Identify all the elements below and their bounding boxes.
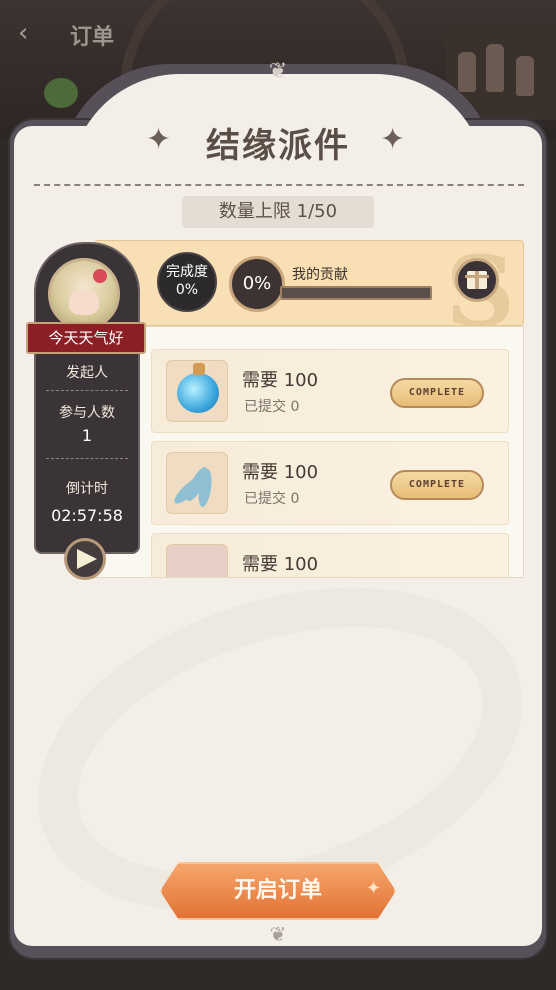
feather-icon bbox=[166, 452, 228, 514]
bottle-icon bbox=[486, 44, 504, 92]
avatar[interactable] bbox=[48, 258, 120, 330]
completion-value: 0% bbox=[175, 282, 199, 298]
player-name: 今天天气好 bbox=[26, 322, 146, 354]
item-need: 需要 100 bbox=[242, 554, 319, 575]
background-plant bbox=[44, 78, 78, 108]
divider bbox=[46, 390, 128, 391]
completion-badge: 完成度 0% bbox=[157, 252, 217, 312]
bottom-ornament: ❦ bbox=[269, 922, 287, 946]
panel-title: 结缘派件 bbox=[206, 126, 350, 166]
potion-bottle bbox=[177, 373, 219, 413]
gift-button[interactable] bbox=[455, 258, 499, 302]
item-list[interactable]: 需要 100 已提交 0 COMPLETE 需要 100 已提交 0 COMPL… bbox=[94, 326, 524, 578]
item-submitted: 已提交 0 bbox=[244, 399, 300, 415]
gift-icon bbox=[465, 271, 489, 289]
avatar-face bbox=[69, 291, 99, 315]
avatar-flower bbox=[93, 269, 107, 283]
participants-label: 参与人数 bbox=[59, 405, 115, 421]
list-item: 需要 100 已提交 0 COMPLETE bbox=[151, 349, 509, 433]
complete-button[interactable]: COMPLETE bbox=[390, 470, 484, 500]
item-need: 需要 100 bbox=[242, 370, 319, 391]
bottle-icon bbox=[516, 56, 534, 96]
send-icon bbox=[77, 549, 97, 569]
participants-value: 1 bbox=[81, 426, 93, 445]
arch-ornament: ❦ bbox=[268, 59, 288, 84]
quantity-limit: 数量上限 1/50 bbox=[182, 196, 374, 228]
bottle-icon bbox=[458, 52, 476, 92]
open-order-button[interactable]: 开启订单 bbox=[160, 862, 396, 920]
countdown-label: 倒计时 bbox=[66, 481, 108, 497]
potion-icon bbox=[166, 360, 228, 422]
back-button[interactable]: ‹ bbox=[18, 20, 48, 46]
potion-cork bbox=[193, 363, 205, 375]
contribution-label: 我的贡献 bbox=[292, 267, 348, 283]
initiator-label: 发起人 bbox=[66, 365, 108, 381]
page-title: 订单 bbox=[70, 25, 115, 50]
complete-button[interactable]: COMPLETE bbox=[390, 378, 484, 408]
list-item: 需要 100 bbox=[151, 533, 509, 577]
item-need: 需要 100 bbox=[242, 462, 319, 483]
star-icon: ✦ bbox=[380, 122, 406, 157]
item-submitted: 已提交 0 bbox=[244, 491, 300, 507]
divider bbox=[34, 184, 524, 186]
divider bbox=[46, 458, 128, 459]
share-button[interactable] bbox=[64, 538, 106, 580]
countdown-value: 02:57:58 bbox=[51, 506, 123, 525]
contribution-badge: 0% bbox=[229, 256, 285, 312]
completion-label: 完成度 bbox=[166, 264, 208, 280]
sparkle-icon: ✦ bbox=[366, 878, 382, 899]
contribution-progress-bar bbox=[280, 286, 432, 300]
flower-icon bbox=[166, 544, 228, 577]
list-item: 需要 100 已提交 0 COMPLETE bbox=[151, 441, 509, 525]
